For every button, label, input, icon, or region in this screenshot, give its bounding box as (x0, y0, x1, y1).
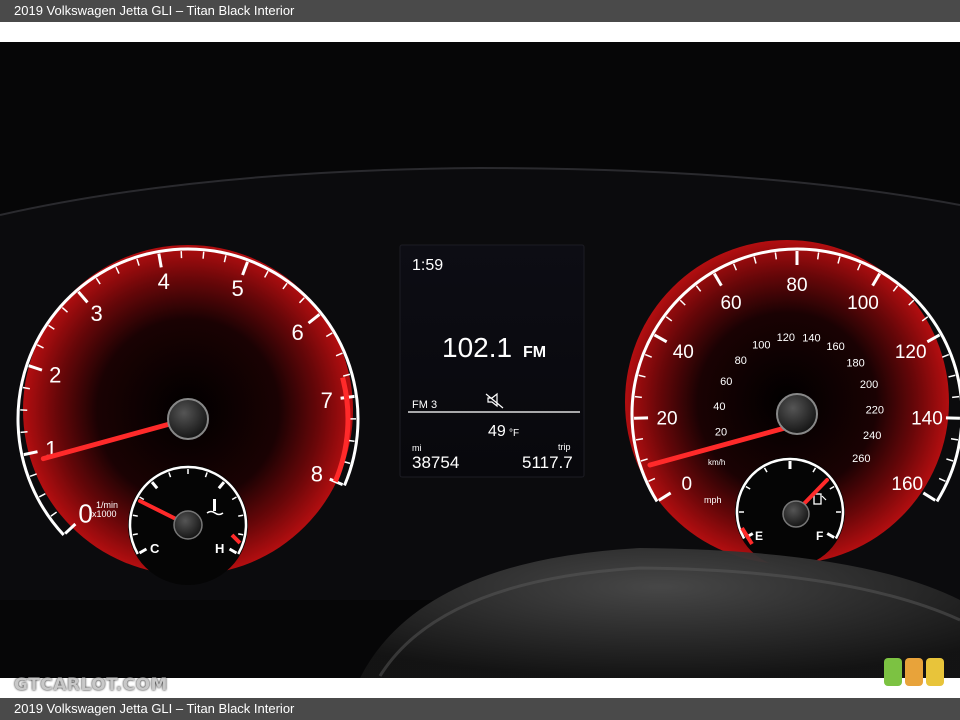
speedometer-kmh-label: 180 (846, 357, 864, 369)
tachometer-hub (167, 398, 209, 440)
speedometer-mph-label: 40 (673, 342, 694, 363)
tachometer-label: 6 (291, 320, 303, 345)
fuel-gauge-hub (782, 500, 810, 528)
tachometer-label: 3 (90, 301, 102, 326)
speedometer-tick (952, 395, 960, 399)
tachometer-label: 8 (311, 462, 323, 487)
odometer: 38754 (412, 453, 459, 472)
caption-bottom: 2019 Volkswagen Jetta GLI – Titan Black … (0, 698, 960, 720)
speedometer-mph-label: 140 (911, 408, 943, 429)
speedometer-kmh-label: 100 (752, 340, 770, 352)
temp-gauge-hot-label: H (215, 541, 224, 556)
outside-temperature-unit: °F (509, 428, 519, 439)
instrument-cluster: 01234 5678 1/min x1000 C H 1:59 102.1 FM … (0, 42, 960, 678)
radio-frequency: 102.1 (442, 332, 512, 363)
caption-top: 2019 Volkswagen Jetta GLI – Titan Black … (0, 0, 960, 22)
watermark: GTCARLOT.COM (14, 675, 168, 695)
speedometer-mph-label: 160 (891, 474, 923, 495)
speedometer-kmh-label: 80 (735, 355, 747, 367)
temp-gauge-hub (173, 510, 203, 540)
trip-meter: 5117.7 (522, 453, 573, 472)
speedometer-kmh-label: 40 (713, 401, 725, 413)
center-display: 1:59 102.1 FM FM 3 49 °F mi 38754 trip 5… (399, 244, 585, 478)
fuel-gauge-full-label: F (816, 529, 823, 543)
tachometer-label: 2 (49, 363, 61, 388)
badge-green (884, 658, 902, 686)
badge-orange (905, 658, 923, 686)
coolant-temp-gauge: C H (128, 465, 248, 585)
speedometer-mph-label: 120 (895, 342, 927, 363)
tachometer-label: 0 (78, 498, 92, 528)
outside-temperature: 49 (488, 423, 506, 440)
speedometer-kmh-label: 240 (863, 430, 881, 442)
temp-gauge-tick (132, 514, 138, 517)
tachometer-label: 4 (158, 269, 170, 294)
odometer-unit: mi (412, 443, 422, 453)
badge-yellow (926, 658, 944, 686)
speedometer-kmh-label: 220 (866, 404, 884, 416)
temp-gauge-tick (238, 514, 244, 517)
speedometer-mph-label: 80 (786, 275, 807, 296)
rating-badges (884, 658, 944, 686)
speedometer-tick (634, 395, 642, 399)
speedometer-kmh-label: 20 (715, 427, 727, 439)
radio-preset: FM 3 (412, 399, 437, 411)
radio-band: FM (523, 344, 546, 361)
tachometer-tick (20, 431, 28, 434)
speedometer-kmh-label: 260 (852, 453, 870, 465)
speedometer-mph-label: 0 (681, 474, 692, 495)
speedometer-kmh-label: 200 (860, 379, 878, 391)
speedometer-kmh-label: 120 (777, 332, 795, 344)
mph-unit: mph (704, 495, 722, 505)
temp-gauge-tick (238, 533, 244, 536)
tachometer-unit-bottom: x1000 (92, 509, 117, 519)
temp-gauge-cold-label: C (150, 541, 160, 556)
dashboard-photo: 012345678 1/min x1000 C H 1:59 102.1 FM … (0, 42, 960, 678)
speedometer-hub (776, 393, 818, 435)
speedometer-tick (816, 252, 820, 260)
speedometer-kmh-label: 60 (720, 376, 732, 388)
kmh-unit: km/h (708, 458, 725, 467)
speedometer-kmh-label: 160 (826, 341, 844, 353)
trip-label: trip (558, 442, 571, 452)
fuel-gauge-empty-label: E (755, 529, 763, 543)
display-clock: 1:59 (412, 257, 443, 274)
speedometer-tick (774, 252, 778, 260)
speedometer-kmh-label: 140 (802, 332, 820, 344)
fuel-gauge: E F (735, 457, 845, 567)
tachometer-label: 5 (231, 276, 243, 301)
tachometer-label: 7 (321, 388, 333, 413)
tachometer-tick (202, 251, 205, 259)
temp-gauge-tick (132, 533, 138, 536)
speedometer-mph-label: 100 (847, 293, 879, 314)
speedometer-mph-label: 20 (656, 408, 677, 429)
speedometer-mph-label: 60 (720, 293, 741, 314)
